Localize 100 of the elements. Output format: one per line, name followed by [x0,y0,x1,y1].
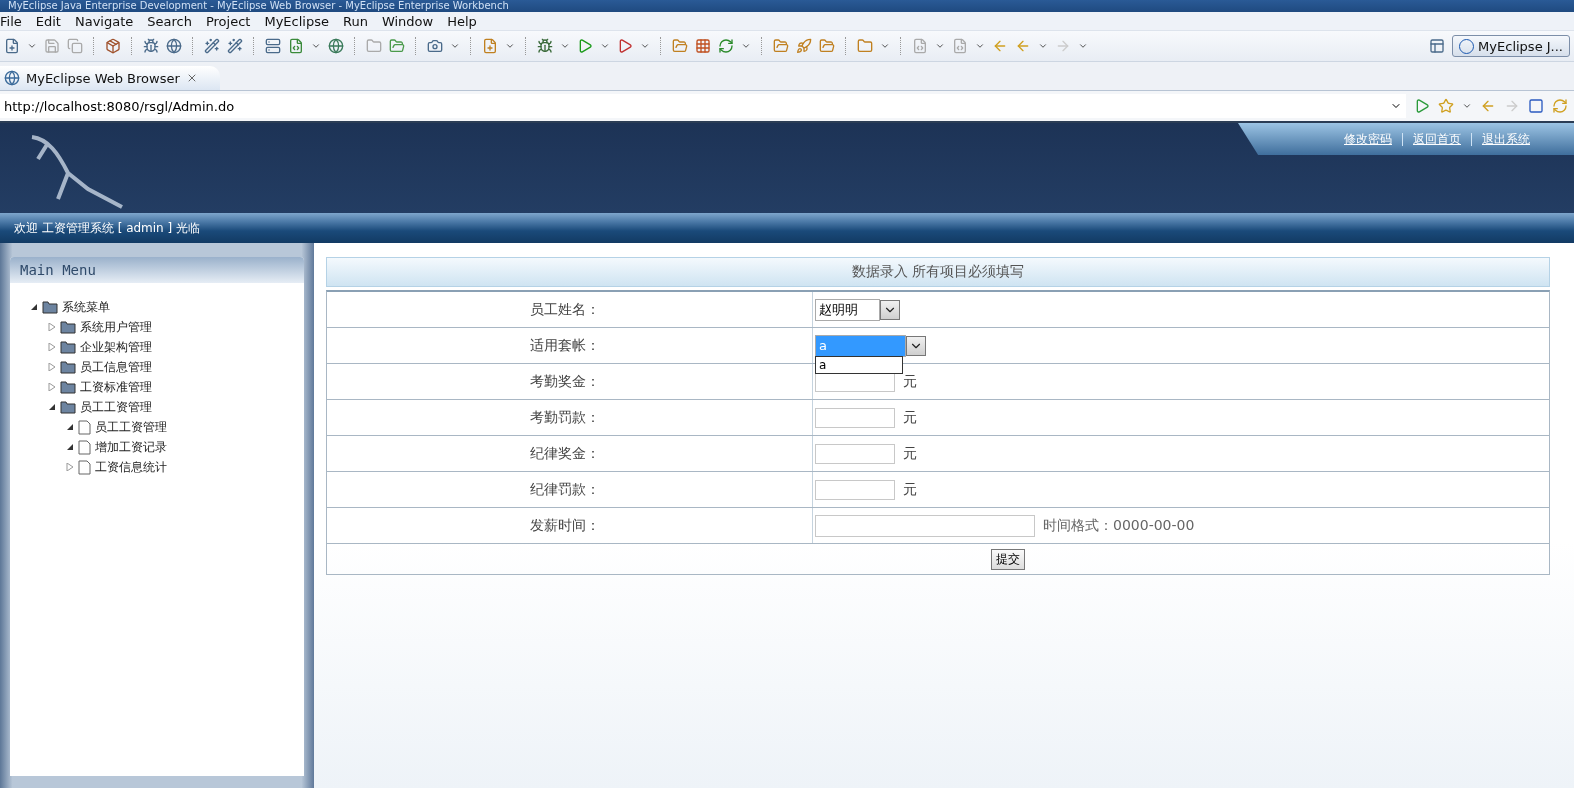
caret-icon[interactable] [311,41,321,51]
input-field[interactable] [815,407,895,428]
globe-icon[interactable] [4,70,20,86]
address-field[interactable]: http://localhost:8080/rsgl/Admin.do [0,94,1406,118]
folder-icon[interactable] [366,38,382,54]
layout-icon[interactable] [1429,38,1446,54]
menu-item[interactable]: Run [342,13,368,29]
menu-item[interactable]: Window [381,13,434,29]
expand-arrow-icon[interactable] [48,323,56,331]
back-arrow-icon[interactable] [1015,38,1031,54]
input-field[interactable] [815,479,895,500]
input-field[interactable] [815,443,895,464]
tree-item[interactable]: 企业架构管理 [80,338,152,356]
field-label: 纪律奖金： [530,444,600,463]
panel-title: Main Menu [10,257,304,283]
caret-icon[interactable] [741,41,751,51]
caret-icon[interactable] [975,41,985,51]
dropdown-button[interactable] [880,299,900,320]
play-icon[interactable] [617,38,633,54]
unit-label: 元 [903,444,917,463]
caret-icon[interactable] [1462,101,1472,111]
refresh-icon[interactable] [718,38,734,54]
window-title: MyEclipse Java Enterprise Development - MyEclipse Web Browser - MyEclipse Enterprise Workbench [8,0,509,12]
file-icon[interactable] [482,38,498,54]
caret-icon[interactable] [600,41,610,51]
menu-item[interactable]: File [0,13,22,29]
submit-button[interactable]: 提交 [991,548,1025,570]
dropdown-option[interactable]: a [816,357,902,373]
rocket-icon[interactable] [796,38,812,54]
stop-icon[interactable] [1528,98,1544,114]
expand-arrow-icon[interactable] [48,383,56,391]
folder-icon[interactable] [672,38,688,54]
caret-icon[interactable] [1038,41,1048,51]
expand-arrow-icon[interactable] [48,363,56,371]
collapse-arrow-icon[interactable] [48,403,56,411]
copy-icon[interactable] [67,38,83,54]
save-icon[interactable] [44,38,60,54]
tree-item[interactable]: 工资信息统计 [95,458,167,476]
bug-icon[interactable] [143,38,159,54]
caret-icon[interactable] [640,41,650,51]
tree-item[interactable]: 工资标准管理 [80,378,152,396]
field-label: 员工姓名： [530,300,600,319]
caret-icon[interactable] [450,41,460,51]
dropdown-button[interactable] [906,335,926,356]
expand-arrow-icon[interactable] [48,343,56,351]
wand-icon[interactable] [204,38,220,54]
folder-icon [60,360,76,374]
tree-item[interactable]: 系统用户管理 [80,318,152,336]
collapse-arrow-icon[interactable] [66,423,74,431]
caret-icon[interactable] [935,41,945,51]
star-icon[interactable] [1438,98,1454,114]
unit-label: 元 [903,372,917,391]
package-icon[interactable] [105,38,121,54]
globe-icon[interactable] [166,38,182,54]
tree-item[interactable]: 员工信息管理 [80,358,152,376]
collapse-arrow-icon[interactable] [66,443,74,451]
tree-item[interactable]: 员工工资管理 [80,398,152,416]
camera-icon[interactable] [427,38,443,54]
refresh-icon[interactable] [1552,98,1568,114]
tree-item[interactable]: 增加工资记录 [95,438,167,456]
field-label: 发薪时间： [530,516,600,535]
bug-icon[interactable] [537,38,553,54]
play-icon[interactable] [577,38,593,54]
collapse-arrow-icon[interactable] [30,303,38,311]
caret-icon[interactable] [27,41,37,51]
menu-item[interactable]: Edit [35,13,61,29]
caret-icon[interactable] [880,41,890,51]
go-icon[interactable] [1414,98,1430,114]
caret-icon[interactable] [1078,41,1088,51]
grid-icon[interactable] [695,38,711,54]
wand-icon[interactable] [227,38,243,54]
tree-item[interactable]: 员工工资管理 [95,418,167,436]
menu-item[interactable]: Help [447,13,477,29]
tree-item[interactable]: 系统菜单 [62,298,110,316]
caret-icon[interactable] [505,41,515,51]
globe-icon[interactable] [328,38,344,54]
file-icon[interactable] [288,38,304,54]
date-field[interactable] [815,514,1035,537]
format-hint: 时间格式：0000-00-00 [1043,516,1195,535]
select-field[interactable]: 赵明明 [815,298,880,321]
menu-item[interactable]: MyEclipse [264,13,329,29]
folder-icon [60,340,76,354]
folder-icon[interactable] [773,38,789,54]
menu-item[interactable]: Navigate [74,13,134,29]
menu-item[interactable]: Project [205,13,251,29]
folder-icon[interactable] [389,38,405,54]
file-icon[interactable] [952,38,968,54]
welcome-text: 欢迎 工资管理系统 [ admin ] 光临 [14,219,201,237]
folder-icon[interactable] [819,38,835,54]
server-icon[interactable] [265,38,281,54]
file-icon[interactable] [912,38,928,54]
back-arrow-icon[interactable] [1480,98,1496,114]
expand-arrow-icon[interactable] [66,463,74,471]
browser-tab[interactable]: MyEclipse Web Browser [0,66,220,90]
folder-icon[interactable] [857,38,873,54]
perspective-button[interactable]: MyEclipse J... [1452,35,1570,57]
new-file-icon[interactable] [4,38,20,54]
menu-item[interactable]: Search [147,13,192,29]
page-icon [78,459,91,475]
caret-icon[interactable] [560,41,570,51]
